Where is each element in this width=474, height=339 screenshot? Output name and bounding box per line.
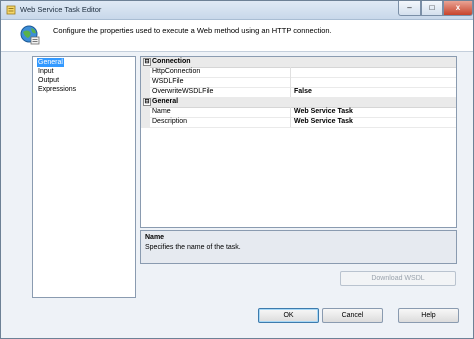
window-title: Web Service Task Editor xyxy=(20,5,102,14)
nav-item-output[interactable]: Output xyxy=(37,76,60,85)
cancel-button[interactable]: Cancel xyxy=(322,308,383,323)
property-grid: ⊟ Connection HttpConnection WSDLFile Ove… xyxy=(140,56,457,228)
nav-item-input[interactable]: Input xyxy=(37,67,55,76)
property-name: OverwriteWSDLFile xyxy=(152,87,291,97)
row-margin xyxy=(141,77,150,87)
property-name: Description xyxy=(152,117,291,127)
row-margin xyxy=(141,107,150,117)
description-text: Specifies the name of the task. xyxy=(145,244,241,251)
minimize-button[interactable]: – xyxy=(398,1,421,16)
task-icon xyxy=(6,5,16,15)
close-button[interactable]: x xyxy=(443,1,473,16)
ok-button[interactable]: OK xyxy=(258,308,319,323)
collapse-icon[interactable]: ⊟ xyxy=(143,58,151,66)
property-name: HttpConnection xyxy=(152,67,291,77)
category-label: General xyxy=(152,98,179,105)
property-name: WSDLFile xyxy=(152,77,291,87)
row-margin xyxy=(141,87,150,97)
dialog-header: Configure the properties used to execute… xyxy=(1,20,473,52)
page-navigation-list: General Input Output Expressions xyxy=(32,56,136,298)
property-name: Name xyxy=(152,107,291,117)
property-value[interactable]: Web Service Task xyxy=(294,107,353,117)
help-button[interactable]: Help xyxy=(398,308,459,323)
property-row-description[interactable]: Description Web Service Task xyxy=(141,117,456,128)
row-margin xyxy=(141,67,150,77)
property-description-panel: Name Specifies the name of the task. xyxy=(140,230,457,264)
nav-item-general[interactable]: General xyxy=(37,58,64,67)
header-description: Configure the properties used to execute… xyxy=(53,26,332,35)
title-bar[interactable]: Web Service Task Editor – □ x xyxy=(1,1,473,20)
web-service-globe-icon xyxy=(20,25,40,45)
dialog-window: Web Service Task Editor – □ x Configure … xyxy=(0,0,474,339)
row-margin xyxy=(141,117,150,127)
download-wsdl-button[interactable]: Download WSDL xyxy=(340,271,456,286)
collapse-icon[interactable]: ⊟ xyxy=(143,98,151,106)
maximize-button[interactable]: □ xyxy=(421,1,443,16)
property-value[interactable]: Web Service Task xyxy=(294,117,353,127)
nav-item-expressions[interactable]: Expressions xyxy=(37,85,77,94)
property-value[interactable]: False xyxy=(294,87,312,97)
description-title: Name xyxy=(145,234,165,241)
category-label: Connection xyxy=(152,58,191,65)
